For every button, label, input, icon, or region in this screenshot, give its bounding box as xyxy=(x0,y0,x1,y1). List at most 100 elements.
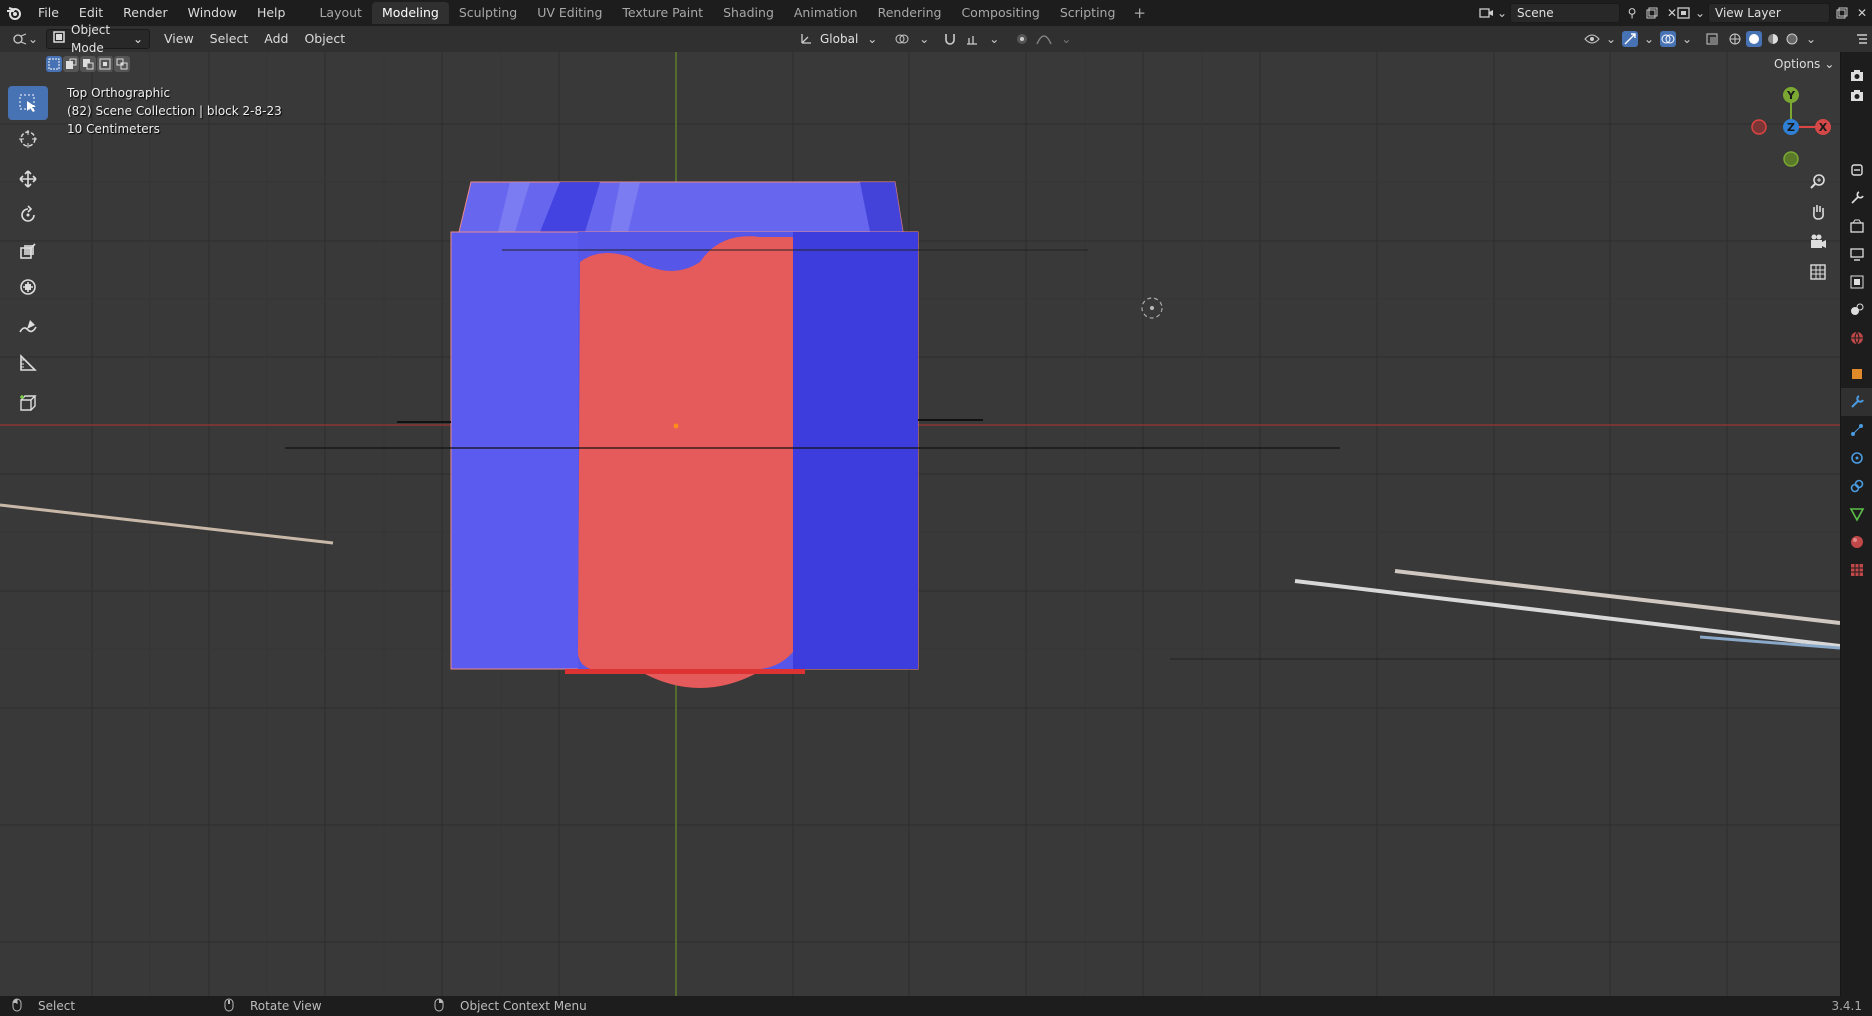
pivot-point-icon[interactable] xyxy=(894,31,910,47)
plus-icon[interactable]: + xyxy=(1125,4,1154,22)
wrench-tool-icon[interactable] xyxy=(1841,184,1872,212)
camera-snapshot-icon[interactable] xyxy=(1841,82,1872,110)
chevron-down-icon[interactable]: ⌄ xyxy=(916,31,932,47)
chevron-down-icon[interactable]: ⌄ xyxy=(1641,31,1657,47)
solid-shading-icon[interactable] xyxy=(1746,31,1762,47)
new-view-layer-icon[interactable] xyxy=(1834,5,1850,21)
select-subtract-icon[interactable] xyxy=(80,56,96,72)
close-icon[interactable]: ✕ xyxy=(1854,5,1870,21)
modifier-properties-icon[interactable] xyxy=(1841,388,1872,416)
xray-toggle-icon[interactable] xyxy=(1704,31,1720,47)
scene-name-field[interactable]: Scene xyxy=(1510,3,1620,23)
visibility-icon[interactable] xyxy=(1584,31,1600,47)
outliner-toggle-icon[interactable] xyxy=(1854,31,1870,47)
camera-view-icon[interactable] xyxy=(1806,230,1830,254)
tab-modeling[interactable]: Modeling xyxy=(371,2,449,24)
zoom-icon[interactable] xyxy=(1806,170,1830,194)
tab-scripting[interactable]: Scripting xyxy=(1050,2,1126,24)
move-tool[interactable] xyxy=(8,162,48,196)
new-scene-icon[interactable] xyxy=(1644,5,1660,21)
viewport-canvas[interactable]: Y X Z xyxy=(0,52,1840,996)
scene-properties-icon[interactable] xyxy=(1841,296,1872,324)
chevron-down-icon[interactable]: ⌄ xyxy=(864,31,880,47)
select-extend-icon[interactable] xyxy=(63,56,79,72)
3d-viewport[interactable]: Y X Z Top Orthographic (82) Scene Collec… xyxy=(0,52,1840,996)
falloff-icon[interactable] xyxy=(1036,31,1052,47)
scale-info: 10 Centimeters xyxy=(67,122,160,136)
select-intersect-icon[interactable] xyxy=(114,56,130,72)
material-properties-icon[interactable] xyxy=(1841,528,1872,556)
add-cube-tool[interactable] xyxy=(8,386,48,420)
chevron-down-icon[interactable]: ⌄ xyxy=(1679,31,1695,47)
menu-window[interactable]: Window xyxy=(178,2,247,24)
mode-dropdown[interactable]: Object Mode ⌄ xyxy=(46,23,150,55)
cursor-tool[interactable] xyxy=(8,122,48,156)
tab-rendering[interactable]: Rendering xyxy=(868,2,952,24)
status-bar: Select Rotate View Object Context Menu 3… xyxy=(0,996,1872,1016)
options-label: Options xyxy=(1774,57,1821,71)
tab-layout[interactable]: Layout xyxy=(309,2,372,24)
material-shading-icon[interactable] xyxy=(1765,31,1781,47)
perspective-toggle-icon[interactable] xyxy=(1806,260,1830,284)
chevron-down-icon[interactable]: ⌄ xyxy=(1803,31,1819,47)
chevron-down-icon[interactable]: ⌄ xyxy=(1497,5,1507,21)
snap-icon[interactable] xyxy=(942,31,958,47)
menu-select[interactable]: Select xyxy=(202,28,257,50)
transform-tool[interactable] xyxy=(8,270,48,304)
pin-icon[interactable]: ⚲ xyxy=(1624,5,1640,21)
blender-logo-icon[interactable] xyxy=(0,0,28,26)
physics-properties-icon[interactable] xyxy=(1841,444,1872,472)
output-properties-icon[interactable] xyxy=(1841,240,1872,268)
render-properties-icon[interactable] xyxy=(1841,212,1872,240)
transform-orientation-label[interactable]: Global xyxy=(820,32,858,46)
particles-properties-icon[interactable] xyxy=(1841,416,1872,444)
chevron-down-icon[interactable]: ⌄ xyxy=(1695,5,1705,21)
mouse-right-icon xyxy=(434,998,444,1015)
chevron-down-icon[interactable]: ⌄ xyxy=(1603,31,1619,47)
chevron-down-icon[interactable]: ⌄ xyxy=(986,31,1002,47)
tab-shading[interactable]: Shading xyxy=(713,2,784,24)
rendered-shading-icon[interactable] xyxy=(1784,31,1800,47)
status-rotate-view: Rotate View xyxy=(224,998,322,1015)
constraints-properties-icon[interactable] xyxy=(1841,472,1872,500)
object-properties-icon[interactable] xyxy=(1841,360,1872,388)
measure-tool[interactable] xyxy=(8,346,48,380)
proportional-edit-icon[interactable] xyxy=(1014,31,1030,47)
annotate-tool[interactable] xyxy=(8,310,48,344)
snap-target-icon[interactable] xyxy=(964,31,980,47)
view-name: Top Orthographic xyxy=(67,86,171,100)
data-properties-icon[interactable] xyxy=(1841,500,1872,528)
editor-type-icon[interactable] xyxy=(12,31,28,47)
rotate-tool[interactable] xyxy=(8,198,48,232)
select-invert-icon[interactable] xyxy=(97,56,113,72)
menu-object[interactable]: Object xyxy=(296,28,353,50)
scene-icon[interactable] xyxy=(1478,5,1494,21)
overlays-toggle-icon[interactable] xyxy=(1660,31,1676,47)
tab-animation[interactable]: Animation xyxy=(784,2,868,24)
tab-compositing[interactable]: Compositing xyxy=(951,2,1049,24)
menu-help[interactable]: Help xyxy=(247,2,296,24)
options-dropdown[interactable]: Options ⌄ xyxy=(1774,57,1834,71)
tab-texture-paint[interactable]: Texture Paint xyxy=(612,2,713,24)
view-layer-field[interactable]: View Layer xyxy=(1708,3,1830,23)
view-layer-icon[interactable] xyxy=(1676,5,1692,21)
world-properties-icon[interactable] xyxy=(1841,324,1872,352)
gizmo-toggle-icon[interactable] xyxy=(1622,31,1638,47)
view-layer-properties-icon[interactable] xyxy=(1841,268,1872,296)
menu-file[interactable]: File xyxy=(28,2,69,24)
transform-orientation-icon[interactable] xyxy=(798,31,814,47)
select-box-tool[interactable] xyxy=(8,86,48,120)
tab-uv-editing[interactable]: UV Editing xyxy=(527,2,612,24)
pan-hand-icon[interactable] xyxy=(1806,200,1830,224)
tab-sculpting[interactable]: Sculpting xyxy=(449,2,527,24)
scale-tool[interactable] xyxy=(8,234,48,268)
tool-properties-icon[interactable] xyxy=(1841,156,1872,184)
chevron-down-icon[interactable]: ⌄ xyxy=(28,31,38,47)
select-new-icon[interactable] xyxy=(46,56,62,72)
menu-add[interactable]: Add xyxy=(256,28,296,50)
thin-object-right-2 xyxy=(1394,569,1840,625)
menu-view[interactable]: View xyxy=(156,28,202,50)
chevron-down-icon[interactable]: ⌄ xyxy=(1058,31,1074,47)
texture-properties-icon[interactable] xyxy=(1841,556,1872,584)
wireframe-shading-icon[interactable] xyxy=(1727,31,1743,47)
